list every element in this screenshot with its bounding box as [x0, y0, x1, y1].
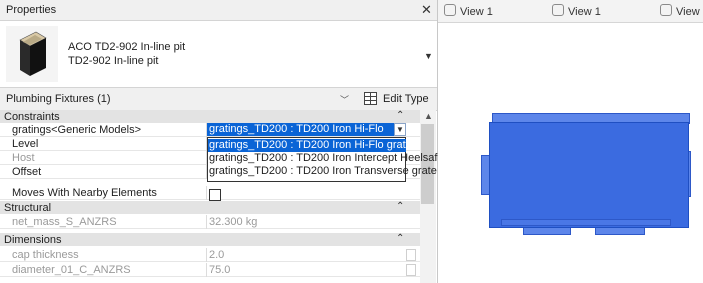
collapse-icon[interactable]: ⌃	[396, 233, 404, 244]
view-icon	[552, 4, 564, 16]
collapse-icon[interactable]: ⌃	[396, 110, 404, 121]
type-name: TD2-902 In-line pit	[68, 55, 159, 67]
param-name: cap thickness	[12, 249, 79, 261]
chevron-down-icon[interactable]: ▼	[394, 123, 406, 136]
column-divider	[206, 263, 207, 277]
edit-type-icon[interactable]	[364, 92, 377, 105]
close-icon[interactable]: ✕	[421, 2, 432, 18]
tab-label: View	[676, 6, 700, 18]
column-divider	[206, 248, 207, 262]
scroll-up-icon[interactable]: ▲	[424, 111, 433, 121]
associate-parameter-button[interactable]	[406, 249, 416, 261]
chevron-down-icon[interactable]: ﹀	[340, 93, 349, 106]
view-canvas[interactable]	[438, 23, 703, 283]
view-icon	[444, 4, 456, 16]
param-name: Level	[12, 138, 39, 150]
pit-bottom-strip	[501, 219, 671, 226]
param-name: diameter_01_C_ANZRS	[12, 264, 131, 276]
tab-view[interactable]: View	[660, 4, 700, 18]
view-tabs: View 1 View 1 View	[438, 0, 703, 23]
tab-view-1[interactable]: View 1	[444, 4, 493, 18]
gratings-select[interactable]: gratings_TD200 : TD200 Iron Hi-Flo grate	[207, 123, 406, 148]
family-thumbnail	[6, 26, 58, 82]
moves-with-nearby-checkbox[interactable]	[209, 189, 221, 201]
associate-parameter-button[interactable]	[406, 264, 416, 276]
param-name: gratings<Generic Models>	[12, 124, 142, 136]
param-name: Host	[12, 152, 35, 164]
view-icon	[660, 4, 672, 16]
tab-view-1b[interactable]: View 1	[552, 4, 601, 18]
param-value: 75.0	[209, 264, 231, 276]
collapse-icon[interactable]: ⌃	[396, 201, 404, 212]
tab-label: View 1	[568, 6, 601, 18]
pit-body	[489, 122, 689, 228]
palette-title-bar: Properties ✕	[0, 0, 437, 21]
group-label: Constraints	[4, 111, 60, 123]
dropdown-option[interactable]: gratings_TD200 : TD200 Iron Intercept He…	[208, 152, 444, 165]
param-value: 32.300 kg	[209, 216, 258, 228]
param-row-net-mass: net_mass_S_ANZRS 32.300 kg	[0, 215, 420, 229]
palette-title: Properties	[6, 4, 57, 16]
tab-label: View 1	[460, 6, 493, 18]
family-name: ACO TD2-902 In-line pit	[68, 41, 186, 53]
dropdown-option[interactable]: gratings_TD200 : TD200 Iron Transverse g…	[208, 165, 437, 178]
chevron-down-icon[interactable]: ▼	[424, 51, 433, 61]
group-label: Structural	[4, 202, 52, 214]
param-row-cap-thickness: cap thickness 2.0	[0, 248, 420, 262]
column-divider	[206, 215, 207, 229]
gratings-dropdown-list: gratings_TD200 : TD200 Iron Hi-Flo grate…	[207, 137, 444, 182]
group-constraints[interactable]: Constraints ⌃	[0, 110, 420, 123]
param-value: 2.0	[209, 249, 225, 261]
category-filter[interactable]: Plumbing Fixtures (1)	[6, 93, 111, 105]
type-selector[interactable]: ACO TD2-902 In-line pit TD2-902 In-line …	[0, 21, 437, 88]
param-name: Moves With Nearby Elements	[12, 187, 157, 199]
param-name: Offset	[12, 166, 42, 178]
group-structural[interactable]: Structural ⌃	[0, 201, 420, 214]
instance-filter-row: Plumbing Fixtures (1) ﹀ Edit Type	[0, 88, 437, 111]
dropdown-option[interactable]: gratings_TD200 : TD200 Iron Hi-Flo grate	[208, 139, 412, 152]
group-label: Dimensions	[4, 234, 62, 246]
properties-palette: Properties ✕ ACO TD2-902 In-line pit TD2…	[0, 0, 444, 283]
group-dimensions[interactable]: Dimensions ⌃	[0, 233, 420, 246]
edit-type-button[interactable]: Edit Type	[383, 93, 429, 105]
scrollbar-thumb[interactable]	[421, 124, 434, 204]
column-divider	[206, 186, 207, 200]
param-name: net_mass_S_ANZRS	[12, 216, 117, 228]
param-row-diameter: diameter_01_C_ANZRS 75.0	[0, 263, 420, 277]
